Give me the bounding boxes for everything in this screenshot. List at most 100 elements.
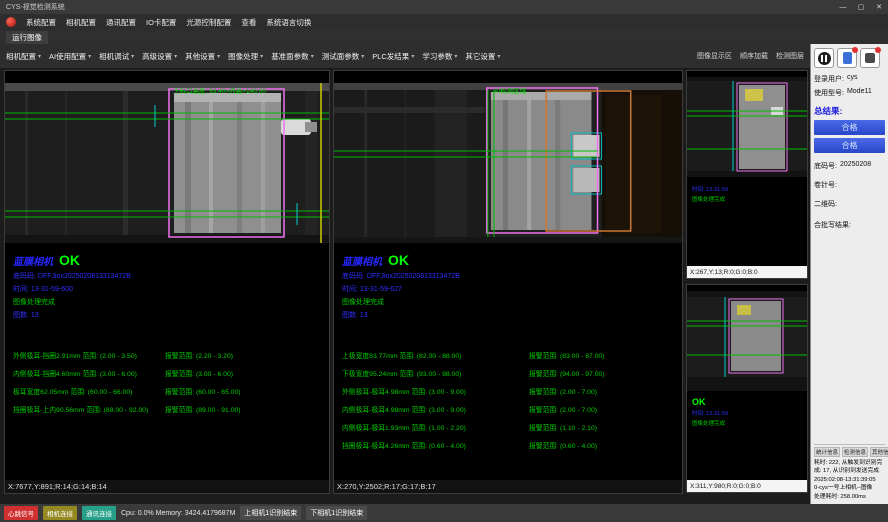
alarm-range: 报警范围: (94.00 - 97.00) [529, 368, 680, 378]
camera2-coordinates: X:270,Y:2502;R:17;G:17;B:17 [334, 480, 682, 493]
camera4-coordinates: X:311,Y:980;R:0;G:0;B:0 [687, 480, 807, 492]
tool-advanced-settings[interactable]: 高级设置▾ [142, 51, 177, 62]
tool-label: 相机配置 [6, 51, 36, 62]
chevron-down-icon: ▾ [260, 53, 263, 60]
pause-icon [818, 52, 831, 65]
tool-baseline-params[interactable]: 基准面参数▾ [271, 51, 314, 62]
menu-view[interactable]: 查看 [241, 17, 256, 28]
stats-tab[interactable]: 检测信息 [842, 447, 868, 457]
device-icon [843, 52, 852, 64]
alarm-status-button[interactable] [860, 48, 880, 68]
minimize-icon[interactable]: — [834, 0, 852, 14]
display-options: 图像显示区 顺序加载 检测图层 [697, 51, 804, 61]
measurement-value: 挡圈极耳-极耳4.26mm 范围: (0.60 - 4.00) [342, 440, 529, 450]
stats-tab[interactable]: 其他信息 [870, 447, 888, 457]
chevron-down-icon: ▾ [88, 53, 91, 60]
tool-label: 高级设置 [142, 51, 172, 62]
camera2-photo [334, 83, 682, 243]
login-user-row: 登录用户: cys [814, 74, 885, 84]
tool-label: 学习参数 [422, 51, 452, 62]
chevron-down-icon: ▾ [217, 53, 220, 60]
stats-log: 耗时: 222, 从触发到识别完 成: 17, 从识别到发送完成 2025:02… [814, 459, 885, 501]
camera1-view[interactable]: 下料口高度: 93.40>内高>140.00 蓝膜相机 OK 底码码: DFFJ… [4, 70, 330, 494]
stats-tabs: 统计信息 检测信息 其他信息 [814, 447, 885, 457]
main-content: 相机配置▾ AI使用配置▾ 相机调试▾ 高级设置▾ 其他设置▾ 图像处理▾ 基准… [0, 44, 888, 504]
tool-learning-params[interactable]: 学习参数▾ [422, 51, 457, 62]
menu-io-config[interactable]: IO卡配置 [146, 17, 176, 28]
menu-language-switch[interactable]: 系统语言切换 [266, 17, 311, 28]
close-icon[interactable]: ✕ [870, 0, 888, 14]
camera1-barcode: 底码码: DFFJiox2025020813313472B [13, 271, 327, 281]
alarm-range: 报警范围: (2.00 - 7.00) [529, 386, 680, 396]
tool-misc-settings[interactable]: 其它设置▾ [465, 51, 500, 62]
chevron-down-icon: ▾ [411, 53, 414, 60]
cpu-memory-status: Cpu: 0.0% Memory: 3424.4179687M [121, 510, 235, 517]
camera-connection-indicator: 相机连接 [43, 506, 77, 520]
lower-camera-status: 下相机1识别结束 [306, 506, 367, 520]
alarm-range: 报警范围: (1.10 - 2.10) [529, 422, 680, 432]
log-line: 耗时: 222, 从触发到识别完 [814, 459, 885, 467]
display-area-label[interactable]: 图像显示区 [697, 51, 732, 61]
maximize-icon[interactable]: ▢ [852, 0, 870, 14]
camera2-view[interactable]: AI检测区域 蓝膜相机 OK 底码码: DFFJiox2025020813313… [333, 70, 683, 494]
upper-camera-status: 上相机1识别结束 [240, 506, 301, 520]
tool-camera-debug[interactable]: 相机调试▾ [99, 51, 134, 62]
pause-button[interactable] [814, 48, 834, 68]
camera3-view[interactable]: 时间: 13-31-59 图像处理完成 X:267,Y:13;R:0;G:0;B… [686, 70, 808, 279]
detect-layer-label[interactable]: 检测图层 [776, 51, 804, 61]
chevron-down-icon: ▾ [497, 53, 500, 60]
camera3-time: 时间: 13-31-59 [692, 185, 805, 193]
statusbar: 心跳信号 相机连接 通讯连接 Cpu: 0.0% Memory: 3424.41… [0, 504, 888, 522]
right-panel: 登录用户: cys 使用型号: Mode11 总结果: 合格 合格 底码号: 2… [810, 44, 888, 504]
comm-connection-indicator: 通讯连接 [82, 506, 116, 520]
tool-label: 基准面参数 [271, 51, 309, 62]
measurement-row: 极耳宽度62.05mm 范围: (60.00 - 66.00)报警范围: (60… [13, 386, 327, 396]
titlebar: CYS-视觉检测系统 — ▢ ✕ [0, 0, 888, 14]
alarm-range: 报警范围: (89.00 - 91.00) [165, 404, 327, 414]
menu-camera-config[interactable]: 相机配置 [66, 17, 96, 28]
camera2-image-count: 图数: 13 [342, 310, 680, 320]
tool-other-settings[interactable]: 其他设置▾ [185, 51, 220, 62]
tab-strip: 运行图像 [0, 30, 888, 44]
login-user-value: cys [847, 74, 858, 84]
measurement-value: 内侧极耳-极耳4.98mm 范围: (3.00 - 9.00) [342, 404, 529, 414]
measurement-value: 内侧极耳-挡圈4.60mm 范围: (3.00 - 6.00) [13, 368, 165, 378]
tool-camera-config[interactable]: 相机配置▾ [6, 51, 41, 62]
model-value: Mode11 [847, 88, 872, 98]
needle-row: 卷针号: [814, 180, 885, 190]
tool-label: AI使用配置 [49, 51, 86, 62]
menu-comm-config[interactable]: 通讯配置 [106, 17, 136, 28]
measurement-value: 内侧极耳-极耳1.93mm 范围: (1.00 - 2.20) [342, 422, 529, 432]
menu-light-config[interactable]: 光源控制配置 [186, 17, 231, 28]
camera2-title: 蓝膜相机 [342, 253, 382, 268]
tool-label: 其他设置 [185, 51, 215, 62]
tool-test-params[interactable]: 测试面参数▾ [322, 51, 365, 62]
alarm-range: 报警范围: (60.00 - 65.00) [165, 386, 327, 396]
camera3-result-block: 时间: 13-31-59 图像处理完成 [692, 183, 805, 203]
sequence-load-label[interactable]: 顺序加载 [740, 51, 768, 61]
tool-label: 测试面参数 [322, 51, 360, 62]
measurement-row: 内侧极耳-极耳1.93mm 范围: (1.00 - 2.20)报警范围: (1.… [342, 422, 680, 432]
camera1-overlay-label: 下料口高度: 93.40>内高>140.00 [173, 85, 266, 95]
measurement-row: 外侧极耳-挡圈2.91mm 范围: (2.00 - 3.50)报警范围: (2.… [13, 350, 327, 360]
tab-run-image[interactable]: 运行图像 [6, 31, 48, 44]
measurement-row: 挡圈极耳-极耳4.26mm 范围: (0.60 - 4.00)报警范围: (0.… [342, 440, 680, 450]
camera2-process-status: 图像处理完成 [342, 297, 680, 307]
batch-result-label: 合批写结果: [814, 220, 851, 230]
login-user-label: 登录用户: [814, 74, 844, 84]
tool-ai-config[interactable]: AI使用配置▾ [49, 51, 91, 62]
stats-tab[interactable]: 统计信息 [814, 447, 840, 457]
camera4-photo [687, 291, 807, 391]
measurement-value: 外侧极耳-挡圈2.91mm 范围: (2.00 - 3.50) [13, 350, 165, 360]
device-status-button[interactable] [837, 48, 857, 68]
camera4-view[interactable]: OK 时间: 13-31-59 图像处理完成 X:311,Y:980;R:0;G… [686, 284, 808, 493]
tool-image-processing[interactable]: 图像处理▾ [228, 51, 263, 62]
camera4-process-status: 图像处理完成 [692, 419, 805, 427]
window-controls: — ▢ ✕ [834, 0, 888, 14]
chevron-down-icon: ▾ [131, 53, 134, 60]
control-buttons [814, 48, 885, 68]
menu-system-config[interactable]: 系统配置 [26, 17, 56, 28]
alarm-icon [865, 53, 875, 63]
tool-plc-result[interactable]: PLC发结果▾ [372, 51, 414, 62]
camera1-photo [5, 83, 329, 243]
